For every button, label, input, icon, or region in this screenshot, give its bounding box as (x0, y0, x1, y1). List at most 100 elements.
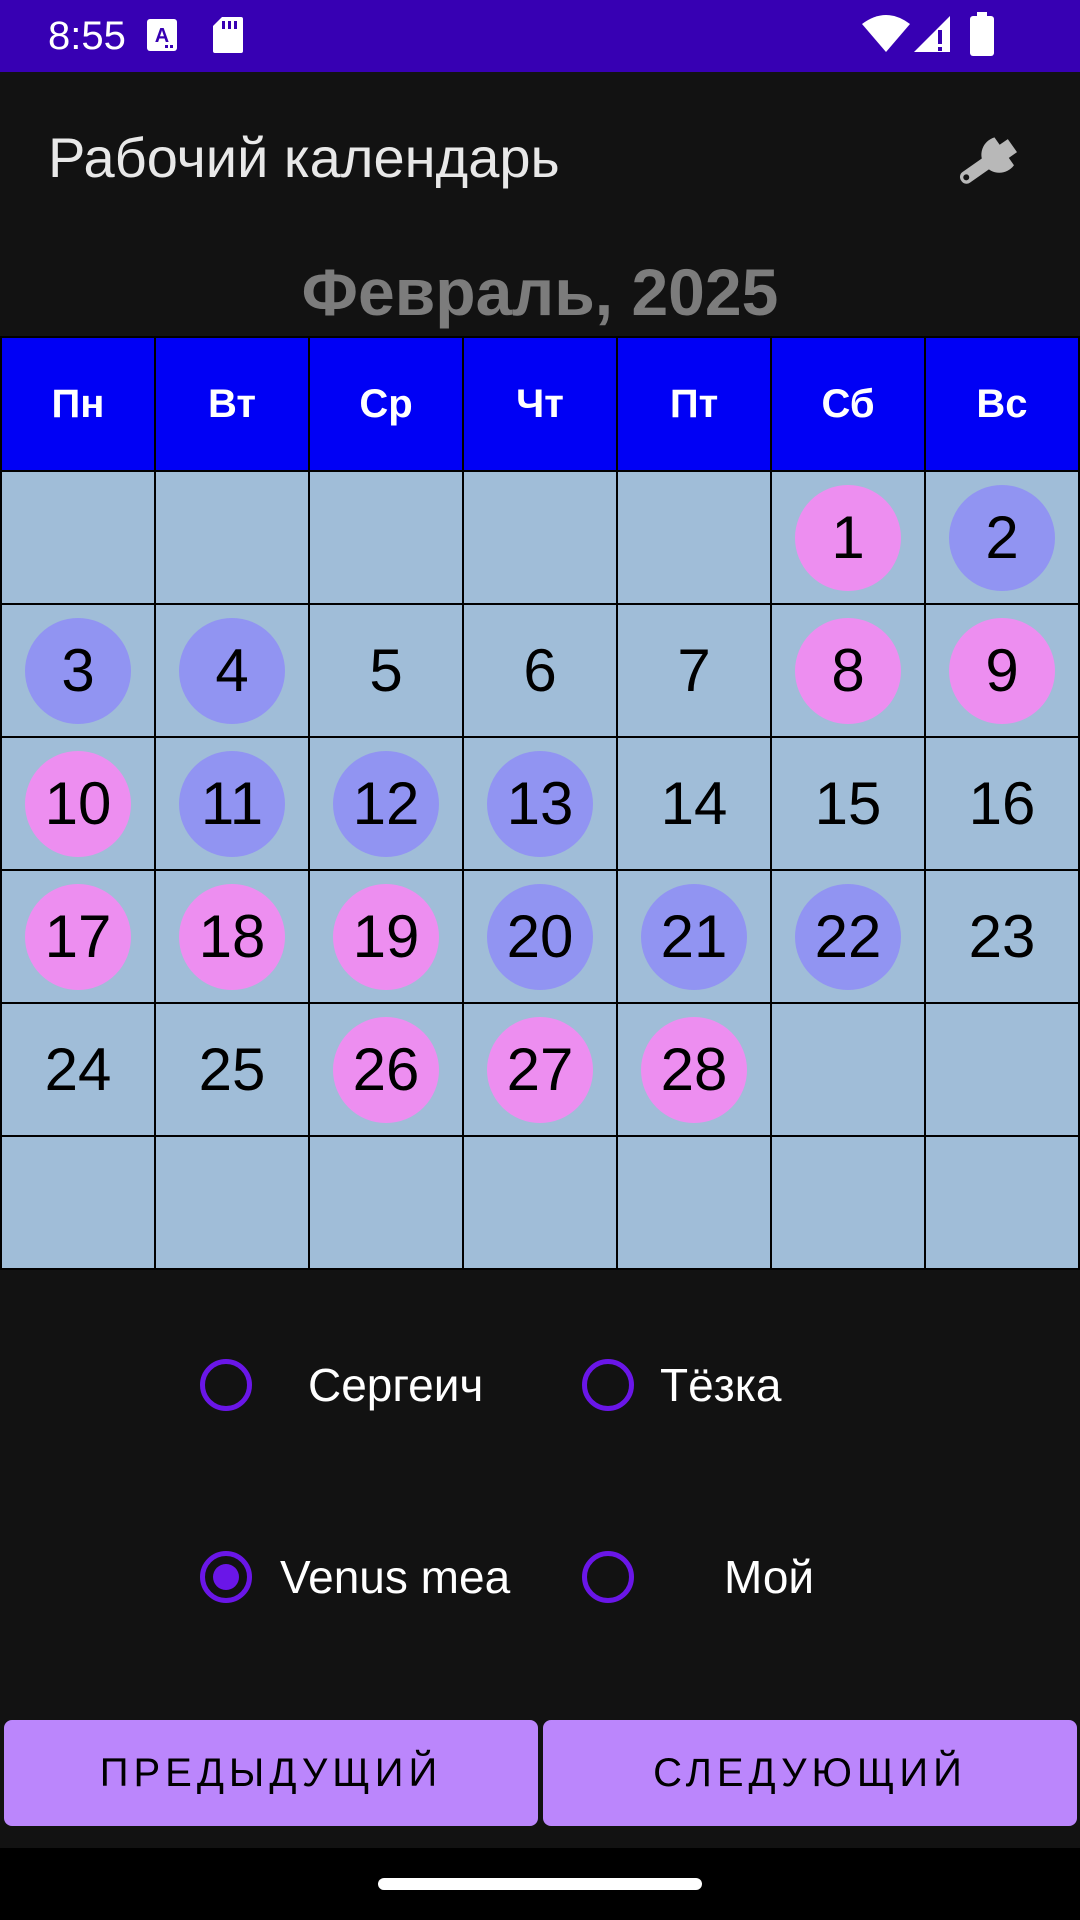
month-title: Февраль, 2025 (301, 255, 779, 329)
day-cell (156, 472, 310, 605)
day-cell[interactable]: 20 (464, 871, 618, 1004)
day-cell[interactable]: 19 (310, 871, 464, 1004)
system-nav-bar (0, 1848, 1080, 1920)
day-cell[interactable]: 1 (772, 472, 926, 605)
weekday-header: Ср (310, 338, 464, 472)
day-number: 25 (198, 1036, 266, 1103)
day-cell (618, 1137, 772, 1270)
day-cell (310, 1137, 464, 1270)
radio-label: Тёзка (660, 1359, 782, 1411)
radio-moy[interactable]: Мой (582, 1550, 814, 1604)
weekday-header: Чт (464, 338, 618, 472)
day-cell (926, 1004, 1080, 1137)
day-cell (310, 472, 464, 605)
calendar-grid: Пн Вт Ср Чт Пт Сб Вс 1 2 3 4 5 6 7 8 9 10 11 12 13 14… (0, 336, 1080, 1270)
radio-selected-dot (213, 1564, 239, 1590)
day-number: 3 (25, 617, 131, 724)
day-cell[interactable]: 22 (772, 871, 926, 1004)
day-cell[interactable]: 24 (2, 1004, 156, 1137)
sd-card-icon (212, 16, 244, 59)
day-number: 10 (25, 750, 131, 857)
day-cell[interactable]: 12 (310, 738, 464, 871)
radio-label: Сергеич (308, 1359, 484, 1411)
day-cell[interactable]: 28 (618, 1004, 772, 1137)
weekday-header: Пн (2, 338, 156, 472)
radio-sergeich[interactable]: Сергеич (200, 1358, 483, 1412)
weekday-header: Вт (156, 338, 310, 472)
day-number: 21 (641, 883, 747, 990)
day-number: 8 (795, 617, 901, 724)
status-bar: 8:55 A (0, 0, 1080, 72)
radio-button[interactable] (582, 1551, 634, 1603)
status-time: 8:55 (48, 14, 126, 58)
weekday-header: Вс (926, 338, 1080, 472)
day-cell (464, 1137, 618, 1270)
radio-button[interactable] (200, 1359, 252, 1411)
day-cell (926, 1137, 1080, 1270)
day-cell (772, 1004, 926, 1137)
day-cell[interactable]: 26 (310, 1004, 464, 1137)
day-cell[interactable]: 17 (2, 871, 156, 1004)
weekday-header: Сб (772, 338, 926, 472)
day-number: 16 (968, 770, 1036, 837)
day-cell[interactable]: 15 (772, 738, 926, 871)
wrench-icon (948, 137, 1038, 200)
radio-label: Мой (724, 1551, 815, 1603)
next-button[interactable]: СЛЕДУЮЩИЙ (543, 1720, 1077, 1826)
day-cell[interactable]: 8 (772, 605, 926, 738)
day-number: 1 (795, 484, 901, 591)
radio-tezka[interactable]: Тёзка (582, 1358, 782, 1412)
day-cell[interactable]: 2 (926, 472, 1080, 605)
day-cell[interactable]: 18 (156, 871, 310, 1004)
day-number: 26 (333, 1016, 439, 1123)
day-cell[interactable]: 14 (618, 738, 772, 871)
day-number: 18 (179, 883, 285, 990)
day-cell[interactable]: 7 (618, 605, 772, 738)
day-number: 4 (179, 617, 285, 724)
radio-button[interactable] (582, 1359, 634, 1411)
day-number: 20 (487, 883, 593, 990)
day-number: 7 (677, 637, 711, 704)
day-number: 23 (968, 903, 1036, 970)
radio-venus-mea[interactable]: Venus mea (200, 1550, 510, 1604)
day-cell[interactable]: 23 (926, 871, 1080, 1004)
svg-text:A: A (155, 25, 169, 47)
day-number: 17 (25, 883, 131, 990)
day-cell[interactable]: 10 (2, 738, 156, 871)
previous-button[interactable]: ПРЕДЫДУЩИЙ (4, 1720, 538, 1826)
day-number: 11 (179, 750, 285, 857)
day-number: 22 (795, 883, 901, 990)
weekday-header: Пт (618, 338, 772, 472)
day-number: 28 (641, 1016, 747, 1123)
radio-label: Venus mea (280, 1551, 511, 1603)
home-indicator[interactable] (378, 1878, 702, 1890)
day-cell[interactable]: 16 (926, 738, 1080, 871)
day-number: 14 (660, 770, 728, 837)
day-number: 6 (523, 637, 557, 704)
day-cell[interactable]: 13 (464, 738, 618, 871)
day-cell[interactable]: 21 (618, 871, 772, 1004)
app-title: Рабочий календарь (48, 126, 560, 189)
day-cell[interactable]: 11 (156, 738, 310, 871)
wifi-icon (862, 14, 910, 59)
day-cell (618, 472, 772, 605)
day-number: 24 (44, 1036, 112, 1103)
day-number: 13 (487, 750, 593, 857)
day-cell[interactable]: 3 (2, 605, 156, 738)
day-cell (772, 1137, 926, 1270)
day-number: 15 (814, 770, 882, 837)
day-cell[interactable]: 9 (926, 605, 1080, 738)
day-cell[interactable]: 4 (156, 605, 310, 738)
text-a-icon: A (146, 18, 178, 57)
settings-button[interactable] (948, 120, 1038, 196)
day-cell[interactable]: 27 (464, 1004, 618, 1137)
day-cell (2, 472, 156, 605)
day-number: 2 (949, 484, 1055, 591)
day-cell[interactable]: 5 (310, 605, 464, 738)
radio-button[interactable] (200, 1551, 252, 1603)
day-cell[interactable]: 6 (464, 605, 618, 738)
day-cell (464, 472, 618, 605)
day-cell[interactable]: 25 (156, 1004, 310, 1137)
day-cell (2, 1137, 156, 1270)
day-cell (156, 1137, 310, 1270)
